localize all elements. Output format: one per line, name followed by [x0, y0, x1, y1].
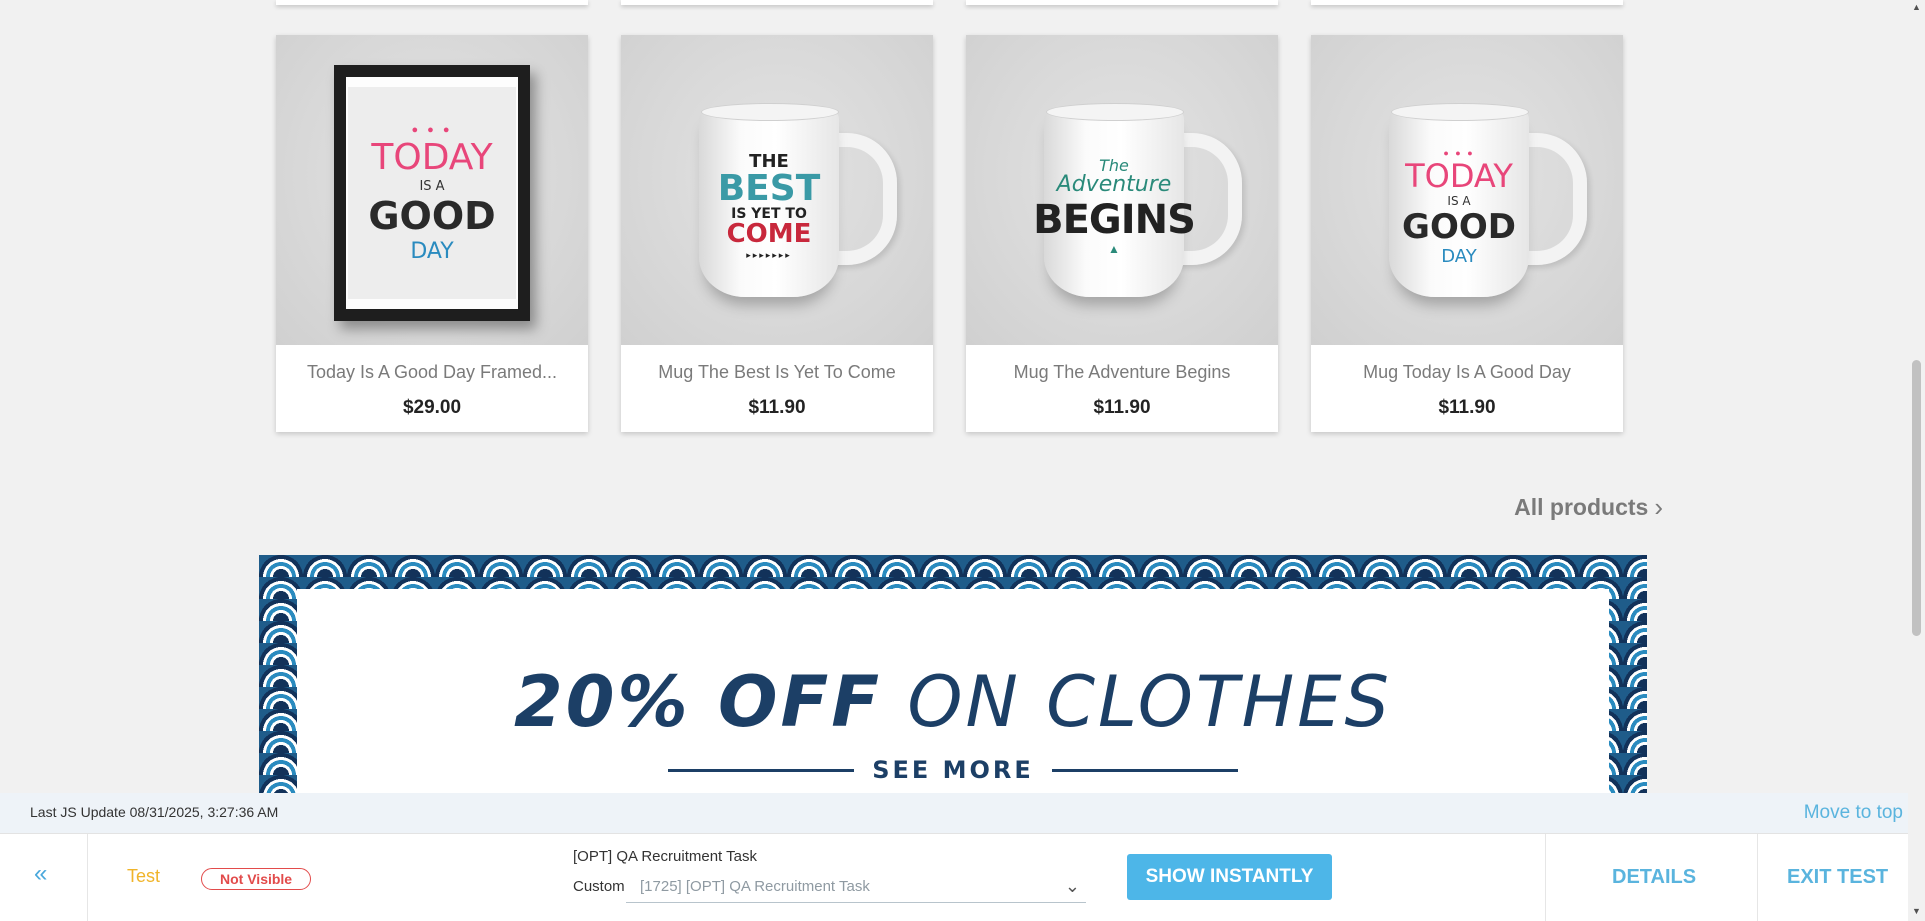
product-card[interactable]: ● ● ● TODAY IS A GOOD DAY Mug Today Is A…: [1311, 35, 1623, 432]
product-card-top-2[interactable]: [621, 0, 933, 5]
variant-label: Test: [127, 866, 161, 886]
test-toolbar: « Test Not Visible [OPT] QA Recruitment …: [0, 833, 1908, 921]
product-name[interactable]: Mug The Adventure Begins: [966, 362, 1278, 383]
task-select[interactable]: [1725] [OPT] QA Recruitment Task ⌄: [626, 874, 1086, 903]
product-image[interactable]: ● ● ● TODAY IS A GOOD DAY: [276, 35, 588, 345]
product-card[interactable]: The Adventure BEGINS ▲ Mug The Adventure…: [966, 35, 1278, 432]
promo-banner[interactable]: 20% OFF ON CLOTHES SEE MORE: [259, 555, 1647, 795]
task-select-value: [1725] [OPT] QA Recruitment Task: [640, 878, 870, 895]
info-bar: Last JS Update 08/31/2025, 3:27:36 AM Mo…: [0, 793, 1908, 833]
chevron-right-icon: ›: [1654, 492, 1663, 522]
custom-label: Custom: [573, 878, 625, 895]
mug: ● ● ● TODAY IS A GOOD DAY: [1389, 103, 1587, 297]
product-name[interactable]: Today Is A Good Day Framed...: [276, 362, 588, 383]
all-products-link[interactable]: All products ›: [1514, 492, 1663, 523]
show-instantly-button[interactable]: SHOW INSTANTLY: [1127, 854, 1332, 900]
product-price: $11.90: [748, 397, 806, 418]
product-card-top-4[interactable]: [1311, 0, 1623, 5]
task-title: [OPT] QA Recruitment Task: [573, 848, 757, 865]
product-price: $29.00: [402, 397, 462, 418]
product-card[interactable]: ● ● ● TODAY IS A GOOD DAY Today Is A Goo…: [276, 35, 588, 432]
product-image[interactable]: The Adventure BEGINS ▲: [966, 35, 1278, 345]
product-card-top-1[interactable]: [276, 0, 588, 5]
mug: The Adventure BEGINS ▲: [1033, 103, 1242, 297]
chevron-down-icon: ⌄: [1064, 876, 1080, 896]
visibility-badge: Not Visible: [201, 868, 312, 890]
see-more[interactable]: SEE MORE: [297, 756, 1609, 784]
all-products-label: All products: [1514, 494, 1649, 520]
last-js-update: Last JS Update 08/31/2025, 3:27:36 AM: [30, 804, 279, 820]
move-to-top-link[interactable]: Move to top: [1804, 802, 1903, 824]
product-card[interactable]: THE BEST IS YET TO COME ▸▸▸▸▸▸▸ Mug The …: [621, 35, 933, 432]
framed-print: ● ● ● TODAY IS A GOOD DAY: [334, 65, 530, 321]
banner-headline: 20% OFF ON CLOTHES: [514, 661, 1392, 743]
exit-test-button[interactable]: EXIT TEST: [1787, 866, 1888, 889]
details-button[interactable]: DETAILS: [1612, 866, 1696, 889]
scroll-up-icon[interactable]: ▲: [1912, 2, 1921, 12]
product-price: $11.90: [1438, 397, 1496, 418]
scroll-down-icon[interactable]: ▼: [1912, 906, 1921, 916]
product-card-top-3[interactable]: [966, 0, 1278, 5]
collapse-icon[interactable]: «: [34, 860, 47, 888]
page-scrollbar[interactable]: ▲ ▼: [1908, 0, 1925, 920]
mug: THE BEST IS YET TO COME ▸▸▸▸▸▸▸: [699, 103, 897, 297]
product-price: $11.90: [1093, 397, 1151, 418]
product-name[interactable]: Mug The Best Is Yet To Come: [621, 362, 933, 383]
product-name[interactable]: Mug Today Is A Good Day: [1311, 362, 1623, 383]
product-image[interactable]: THE BEST IS YET TO COME ▸▸▸▸▸▸▸: [621, 35, 933, 345]
product-image[interactable]: ● ● ● TODAY IS A GOOD DAY: [1311, 35, 1623, 345]
scrollbar-thumb[interactable]: [1912, 360, 1921, 636]
